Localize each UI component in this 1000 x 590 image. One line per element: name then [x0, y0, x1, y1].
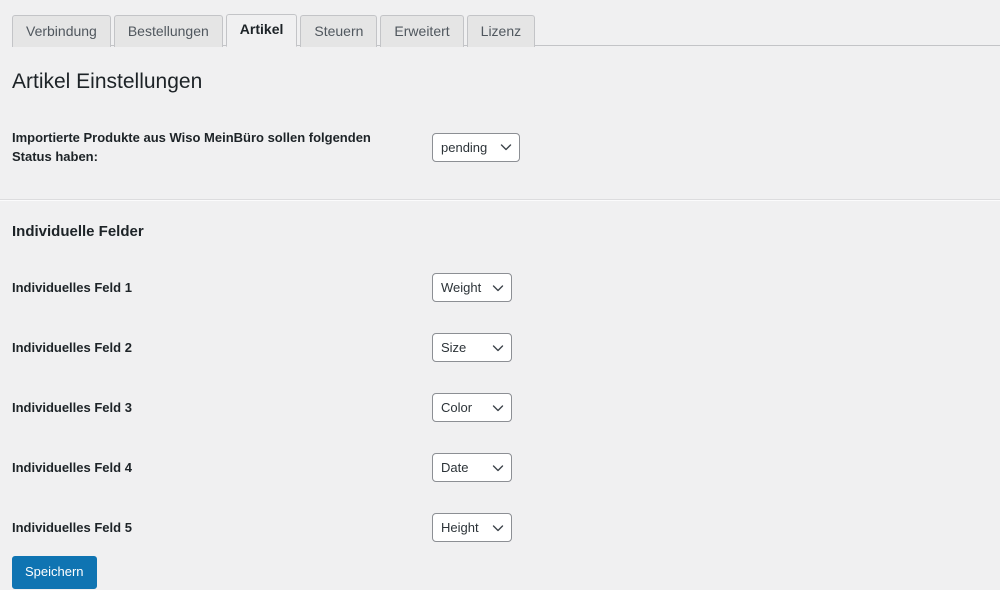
chevron-down-icon [492, 462, 504, 474]
custom-field-2-field: Size [432, 333, 512, 363]
tab-steuern[interactable]: Steuern [300, 15, 378, 47]
custom-field-4-value: Date [441, 460, 469, 476]
import-status-label: Importierte Produkte aus Wiso MeinBüro s… [12, 130, 371, 165]
custom-field-2-label: Individuelles Feld 2 [12, 340, 132, 356]
custom-field-4-field: Date [432, 453, 512, 483]
divider-line [0, 199, 1000, 202]
custom-field-3-field: Color [432, 393, 512, 423]
chevron-down-icon [492, 342, 504, 354]
custom-field-2-value: Size [441, 340, 467, 356]
save-button[interactable]: Speichern [12, 556, 97, 590]
tab-erweitert[interactable]: Erweitert [380, 15, 464, 47]
chevron-down-icon [492, 282, 504, 294]
chevron-down-icon [492, 402, 504, 414]
custom-field-row: Individuelles Feld 4 Date [12, 453, 988, 483]
tab-artikel[interactable]: Artikel [225, 14, 298, 47]
custom-field-3-value: Color [441, 400, 473, 416]
custom-field-4-label: Individuelles Feld 4 [12, 460, 132, 476]
custom-fields-section-title: Individuelle Felder [12, 223, 144, 241]
settings-tab-bar: Verbindung Bestellungen Artikel Steuern Erwe… [0, 0, 1000, 47]
custom-field-row: Individuelles Feld 3 Color [12, 393, 988, 423]
tab-bestellungen[interactable]: Bestellungen [113, 15, 223, 47]
page-title: Artikel Einstellungen [12, 70, 203, 93]
custom-field-5-value: Height [441, 520, 479, 536]
custom-field-1-select[interactable]: Weight [432, 273, 512, 303]
custom-field-5-field: Height [432, 513, 512, 543]
custom-field-1-field: Weight [432, 273, 512, 303]
custom-field-3-label: Individuelles Feld 3 [12, 400, 132, 416]
custom-field-row: Individuelles Feld 1 Weight [12, 273, 988, 303]
custom-field-4-select[interactable]: Date [432, 453, 512, 483]
custom-field-1-label: Individuelles Feld 1 [12, 280, 132, 296]
custom-field-1-value: Weight [441, 280, 482, 296]
tab-lizenz[interactable]: Lizenz [466, 15, 536, 47]
section-divider [0, 199, 1000, 202]
import-status-select[interactable]: pending [432, 132, 520, 162]
custom-field-5-label: Individuelles Feld 5 [12, 520, 132, 536]
custom-field-row: Individuelles Feld 2 Size [12, 333, 988, 363]
chevron-down-icon [492, 522, 504, 534]
chevron-down-icon [500, 141, 512, 153]
import-status-field: pending [432, 132, 520, 162]
custom-field-5-select[interactable]: Height [432, 513, 512, 543]
settings-content: Artikel Einstellungen Importierte Produk… [0, 68, 1000, 590]
custom-field-row: Individuelles Feld 5 Height [12, 513, 988, 543]
tab-verbindung[interactable]: Verbindung [12, 15, 111, 47]
import-status-value: pending [441, 139, 488, 155]
form-actions: Speichern [12, 556, 988, 590]
import-status-row: Importierte Produkte aus Wiso MeinBüro s… [12, 128, 988, 166]
custom-field-2-select[interactable]: Size [432, 333, 512, 363]
custom-field-3-select[interactable]: Color [432, 393, 512, 423]
